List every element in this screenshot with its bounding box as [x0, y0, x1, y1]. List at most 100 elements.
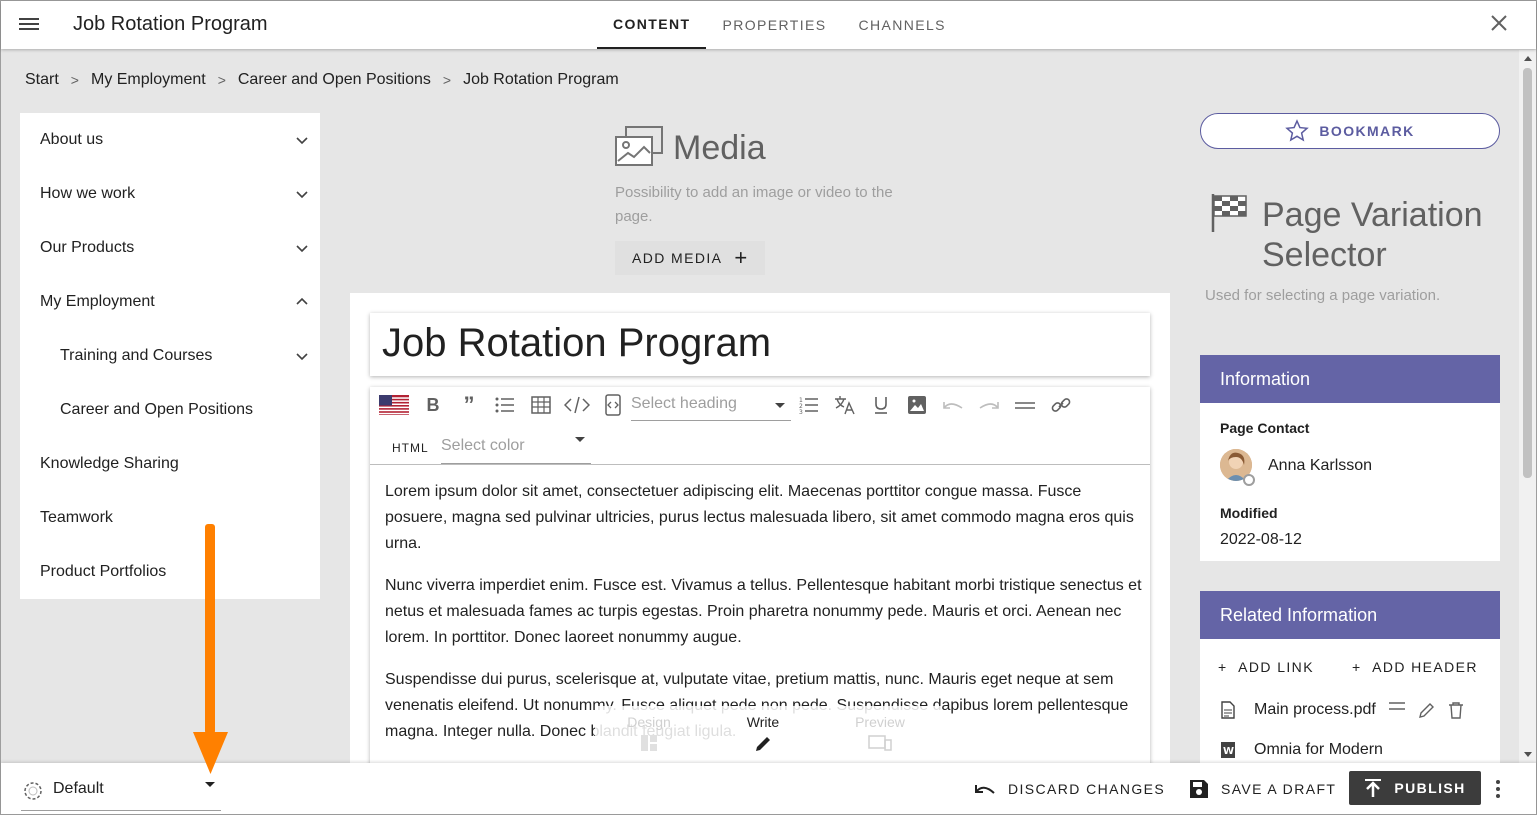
media-title: Media	[673, 129, 766, 167]
chevron-down-icon[interactable]	[294, 186, 310, 202]
page-variation-title: Page Variation Selector	[1262, 196, 1483, 274]
nav-item-label: My Employment	[40, 293, 155, 310]
add-header-label: ADD HEADER	[1372, 659, 1478, 675]
chevron-down-icon[interactable]	[294, 348, 310, 364]
chevron-down-icon[interactable]	[294, 132, 310, 148]
trash-icon[interactable]	[1448, 701, 1464, 719]
mode-preview-label: Preview	[855, 714, 905, 730]
chevron-up-icon[interactable]	[294, 294, 310, 310]
nav-item-label: Product Portfolios	[40, 563, 167, 580]
tab-properties[interactable]: PROPERTIES	[706, 1, 842, 49]
edit-pencil-icon[interactable]	[1418, 701, 1436, 719]
annotation-arrow	[193, 524, 228, 774]
add-header-button[interactable]: + ADD HEADER	[1352, 659, 1478, 675]
modified-label: Modified	[1220, 505, 1278, 521]
nav-item-product-portfolios[interactable]: Product Portfolios	[20, 545, 320, 599]
save-draft-button[interactable]: SAVE A DRAFT	[1189, 773, 1336, 805]
editor-toolbar: B ” Select heading 123 HTML Select color	[370, 387, 1150, 465]
nav-item-our-products[interactable]: Our Products	[20, 221, 320, 275]
nav-item-career-and-open-positions[interactable]: Career and Open Positions	[20, 383, 320, 437]
vertical-scrollbar[interactable]	[1519, 50, 1536, 763]
scroll-down-icon[interactable]	[1524, 752, 1532, 757]
numbered-list-icon[interactable]: 123	[795, 393, 823, 417]
underline-icon[interactable]	[867, 393, 895, 417]
pdf-file-icon	[1221, 701, 1235, 719]
code-icon[interactable]	[563, 393, 591, 417]
nav-item-my-employment[interactable]: My Employment	[20, 275, 320, 329]
page-title-input[interactable]: Job Rotation Program	[382, 321, 771, 366]
bookmark-button[interactable]: BOOKMARK	[1200, 113, 1500, 149]
table-icon[interactable]	[527, 393, 555, 417]
related-item: W Omnia for Modern	[1220, 741, 1383, 759]
nav-item-label: Training and Courses	[60, 347, 213, 364]
mode-switch: Design Write Preview	[595, 706, 942, 766]
page-variation-select[interactable]: Default	[21, 775, 221, 811]
discard-changes-label: DISCARD CHANGES	[1008, 781, 1166, 797]
nav-item-teamwork[interactable]: Teamwork	[20, 491, 320, 545]
related-item: Main process.pdf	[1220, 701, 1464, 719]
nav-item-knowledge-sharing[interactable]: Knowledge Sharing	[20, 437, 320, 491]
redo-icon[interactable]	[975, 393, 1003, 417]
breadcrumb-item-my-employment[interactable]: My Employment	[91, 71, 206, 89]
related-item-name[interactable]: Main process.pdf	[1254, 701, 1376, 719]
link-icon[interactable]	[1047, 393, 1075, 417]
quote-icon[interactable]: ”	[455, 392, 483, 417]
hamburger-menu-icon[interactable]	[19, 15, 39, 35]
bold-icon[interactable]: B	[419, 393, 447, 417]
nav-item-training-and-courses[interactable]: Training and Courses	[20, 329, 320, 383]
add-media-label: ADD MEDIA	[632, 250, 723, 266]
heading-select[interactable]: Select heading	[631, 391, 791, 421]
nav-item-how-we-work[interactable]: How we work	[20, 167, 320, 221]
page-contact-name[interactable]: Anna Karlsson	[1268, 457, 1372, 475]
add-link-label: ADD LINK	[1238, 659, 1314, 675]
scroll-up-icon[interactable]	[1524, 56, 1532, 61]
breadcrumb: Start > My Employment > Career and Open …	[25, 71, 619, 89]
related-item-name[interactable]: Omnia for Modern	[1254, 741, 1383, 759]
close-icon[interactable]	[1490, 13, 1508, 37]
drag-handle-icon[interactable]	[1388, 701, 1406, 711]
html-toggle[interactable]: HTML	[392, 441, 429, 455]
publish-button[interactable]: PUBLISH	[1349, 771, 1481, 805]
language-flag-icon[interactable]	[378, 393, 410, 417]
save-icon	[1190, 780, 1208, 798]
publish-label: PUBLISH	[1394, 780, 1466, 796]
plus-icon: +	[734, 245, 749, 270]
insert-image-icon[interactable]	[903, 393, 931, 417]
more-vert-icon[interactable]	[1492, 780, 1504, 800]
related-information-header: Related Information	[1200, 591, 1500, 639]
breadcrumb-item-career[interactable]: Career and Open Positions	[238, 71, 431, 89]
mode-preview[interactable]: Preview	[840, 714, 920, 752]
bottom-action-bar: Default DISCARD CHANGES SAVE A DRAFT PUB…	[1, 763, 1536, 814]
information-header: Information	[1200, 355, 1500, 403]
page-title-card[interactable]: Job Rotation Program	[370, 313, 1150, 376]
breadcrumb-separator: >	[442, 72, 452, 88]
tab-content[interactable]: CONTENT	[597, 1, 707, 49]
tab-bar: CONTENT PROPERTIES CHANNELS	[597, 1, 962, 49]
media-description: Possibility to add an image or video to …	[615, 184, 893, 225]
chevron-down-icon[interactable]	[294, 240, 310, 256]
design-grid-icon	[641, 735, 657, 751]
dropdown-arrow-icon	[205, 782, 215, 787]
app-title: Job Rotation Program	[73, 13, 268, 35]
related-actions: + ADD LINK + ADD HEADER	[1218, 659, 1478, 675]
mode-write[interactable]: Write	[723, 714, 803, 754]
color-select[interactable]: Select color	[441, 431, 591, 464]
add-media-button[interactable]: ADD MEDIA +	[615, 241, 765, 275]
nav-item-about-us[interactable]: About us	[20, 113, 320, 167]
nav-item-label: About us	[40, 131, 104, 148]
tab-channels[interactable]: CHANNELS	[842, 1, 961, 49]
embed-code-icon[interactable]	[599, 393, 627, 417]
discard-changes-button[interactable]: DISCARD CHANGES	[974, 773, 1165, 805]
scrollbar-thumb[interactable]	[1523, 68, 1532, 478]
svg-text:3: 3	[799, 409, 803, 414]
breadcrumb-item-start[interactable]: Start	[25, 71, 59, 89]
top-app-bar: Job Rotation Program CONTENT PROPERTIES …	[1, 1, 1536, 49]
dropdown-arrow-icon	[575, 437, 585, 442]
pencil-icon	[756, 737, 770, 751]
bullet-list-icon[interactable]	[491, 393, 519, 417]
horizontal-rule-icon[interactable]	[1011, 393, 1039, 417]
undo-icon[interactable]	[939, 393, 967, 417]
mode-design[interactable]: Design	[609, 714, 689, 752]
translate-icon[interactable]	[831, 393, 859, 417]
add-link-button[interactable]: + ADD LINK	[1218, 659, 1314, 675]
